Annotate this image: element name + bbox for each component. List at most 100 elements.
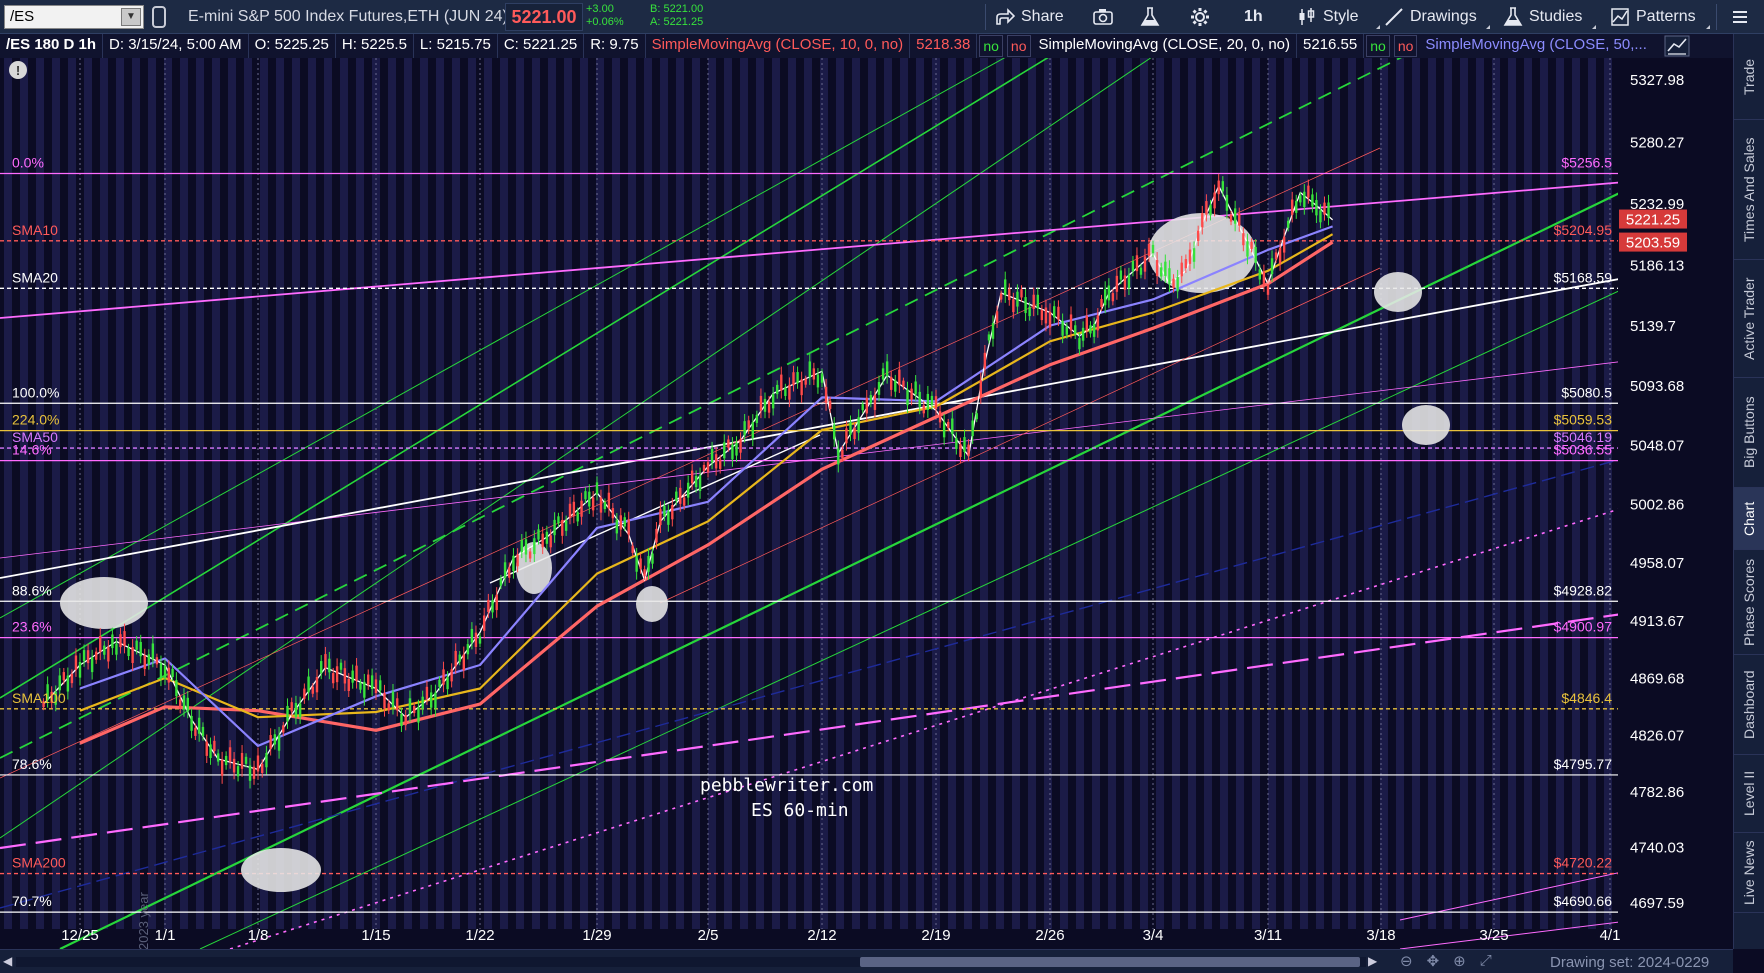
- scroll-right-icon[interactable]: ▶: [1368, 954, 1377, 968]
- side-tab-level-ii[interactable]: Level II: [1734, 755, 1764, 833]
- candle-body: [429, 692, 433, 708]
- candle-body: [591, 497, 595, 511]
- side-tab-chart[interactable]: Chart: [1734, 488, 1764, 550]
- session-band: [1316, 58, 1324, 929]
- session-band: [1364, 58, 1372, 929]
- candle-body: [780, 374, 783, 391]
- candle-body: [804, 378, 807, 385]
- candle-body: [495, 594, 498, 611]
- studies-button[interactable]: Studies: [1503, 4, 1582, 30]
- time-tick-label: 1/8: [248, 927, 269, 944]
- symbol-input[interactable]: /ES ▼: [4, 5, 144, 29]
- study-flag[interactable]: no: [1393, 35, 1418, 57]
- candle-body: [315, 677, 319, 693]
- sma20-study-label[interactable]: SimpleMovingAvg (CLOSE, 20, 0, no): [1033, 34, 1298, 58]
- zoom-fit-icon[interactable]: ⤢: [1480, 952, 1492, 970]
- candle-body: [1286, 220, 1290, 228]
- sma10-study-value: 5218.38: [910, 34, 978, 58]
- candle-body: [824, 386, 828, 403]
- study-flag[interactable]: no: [1006, 35, 1031, 57]
- session-band: [900, 58, 908, 929]
- candle-body: [671, 505, 674, 520]
- style-button[interactable]: Style: [1297, 4, 1359, 30]
- zoom-out-icon[interactable]: ⊖: [1400, 952, 1413, 970]
- candle-body: [1147, 243, 1151, 256]
- candle-body: [1016, 291, 1019, 307]
- candle-body: [143, 655, 146, 670]
- side-tab-live-news[interactable]: Live News: [1734, 833, 1764, 913]
- candle-body: [182, 695, 186, 710]
- menu-button[interactable]: [1730, 4, 1750, 30]
- submenu-corner-icon: [1486, 25, 1490, 29]
- price-tick-label: 5048.07: [1630, 438, 1684, 455]
- candle-body: [1262, 271, 1266, 286]
- share-button[interactable]: Share: [995, 4, 1064, 30]
- highlight-ellipse: [636, 586, 668, 622]
- level-left-label: SMA100: [12, 690, 66, 706]
- candle-body: [512, 555, 515, 571]
- side-tab-dashboard[interactable]: Dashboard: [1734, 655, 1764, 755]
- candle-body: [788, 384, 791, 400]
- chevron-down-icon[interactable]: ▼: [121, 8, 141, 26]
- candle-body: [355, 665, 358, 681]
- candle-body: [1061, 320, 1064, 336]
- side-tab-active-trader[interactable]: Active Trader: [1734, 260, 1764, 378]
- studies-lab-button[interactable]: [1140, 4, 1160, 30]
- candle-body: [710, 448, 714, 463]
- candle-body: [273, 734, 277, 745]
- candle-body: [979, 380, 982, 396]
- collapse-icon[interactable]: [1664, 35, 1690, 57]
- session-band: [276, 58, 284, 929]
- candle-body: [683, 497, 686, 506]
- scroll-thumb[interactable]: [860, 957, 1360, 967]
- sma10-study-label[interactable]: SimpleMovingAvg (CLOSE, 10, 0, no): [646, 34, 911, 58]
- candle-body: [1074, 325, 1077, 335]
- time-scrollbar[interactable]: ◀ ▶ ⊖ ✥ ⊕ ⤢ Drawing set: 2024-0229: [0, 949, 1733, 973]
- session-band: [1604, 58, 1612, 929]
- session-band: [436, 58, 444, 929]
- zoom-in-icon[interactable]: ⊕: [1453, 952, 1466, 970]
- candle-body: [631, 545, 634, 553]
- candle-body: [983, 352, 987, 369]
- time-tick-label: 2/12: [807, 927, 836, 944]
- session-band: [1460, 58, 1468, 929]
- study-flag[interactable]: no: [1366, 35, 1390, 57]
- candle-body: [873, 395, 877, 410]
- candle-body: [751, 422, 754, 439]
- candle-body: [837, 448, 840, 465]
- candle-body: [1100, 298, 1103, 308]
- candle-body: [516, 554, 519, 567]
- side-tab-trade[interactable]: Trade: [1734, 34, 1764, 120]
- side-tab-times-and-sales[interactable]: Times And Sales: [1734, 120, 1764, 260]
- candle-body: [898, 369, 901, 386]
- timeframe-button[interactable]: 1h: [1244, 4, 1263, 30]
- candle-body: [1081, 327, 1085, 341]
- sma20-study-value: 5216.55: [1297, 34, 1365, 58]
- candle-body: [675, 491, 678, 501]
- candle-body: [240, 752, 244, 769]
- chart-settings-button[interactable]: [1189, 4, 1211, 30]
- candle-body: [580, 500, 583, 517]
- session-band: [468, 58, 476, 929]
- side-tab-big-buttons[interactable]: Big Buttons: [1734, 378, 1764, 488]
- price-chart[interactable]: 0.0%SMA10SMA20100.0%224.0%SMA5014.6%88.6…: [0, 58, 1733, 949]
- candle-body: [975, 413, 978, 420]
- session-band: [1476, 58, 1484, 929]
- session-band: [548, 58, 556, 929]
- scroll-left-icon[interactable]: ◀: [3, 954, 12, 968]
- drawings-button[interactable]: Drawings: [1384, 4, 1477, 30]
- snapshot-button[interactable]: [1092, 4, 1114, 30]
- pan-icon[interactable]: ✥: [1427, 952, 1440, 970]
- candle-body: [1078, 338, 1081, 350]
- candle-body: [1160, 267, 1163, 277]
- sma50-study-label[interactable]: SimpleMovingAvg (CLOSE, 50,...: [1419, 34, 1652, 58]
- price-tick-label: 4869.68: [1630, 670, 1684, 687]
- patterns-button[interactable]: Patterns: [1610, 4, 1696, 30]
- symbol-link-icon[interactable]: [152, 6, 166, 28]
- candle-body: [1127, 274, 1131, 289]
- candle-body: [1131, 261, 1135, 272]
- side-tab-phase-scores[interactable]: Phase Scores: [1734, 550, 1764, 655]
- study-flag[interactable]: no: [979, 35, 1003, 57]
- level-right-label: $4690.66: [1554, 893, 1613, 909]
- chart-background: [0, 58, 1733, 949]
